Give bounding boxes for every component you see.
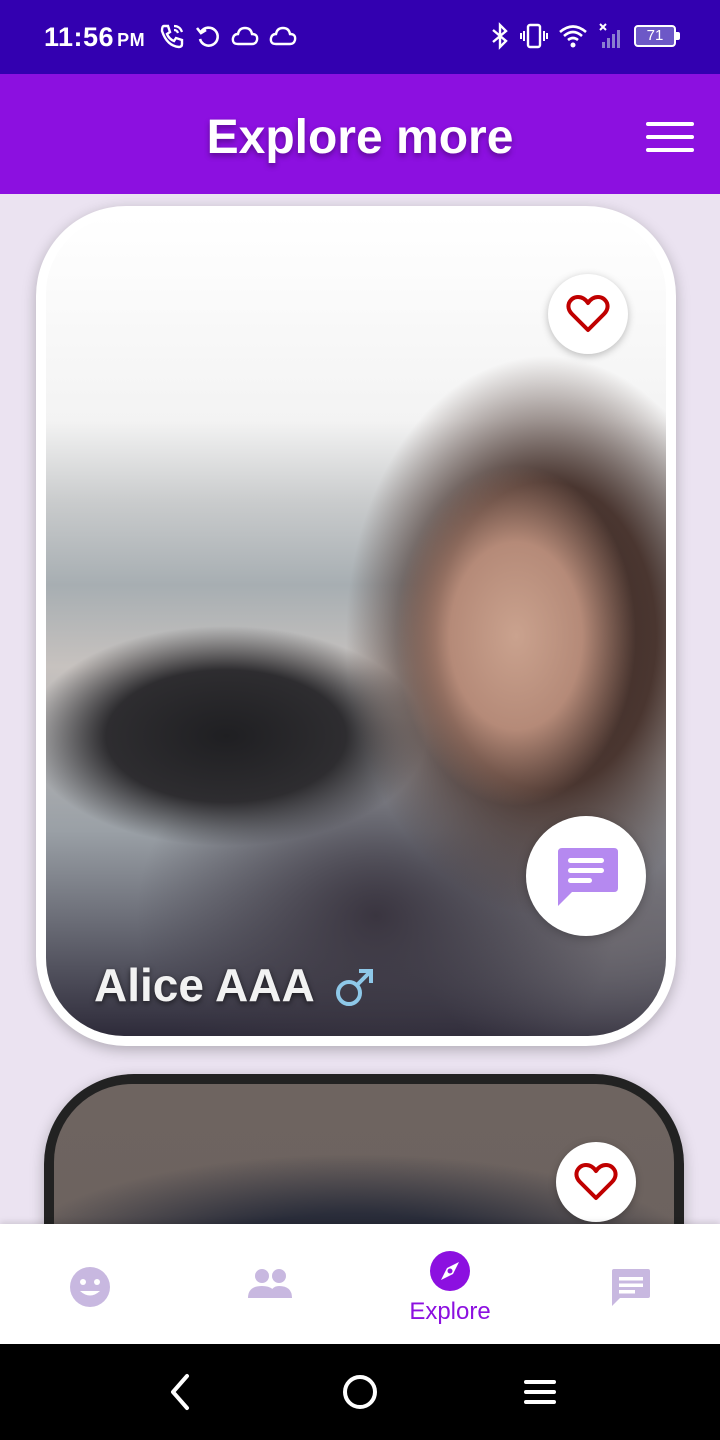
message-icon bbox=[612, 1269, 650, 1306]
cloud-icon bbox=[269, 26, 297, 46]
nav-item-messages[interactable] bbox=[540, 1224, 720, 1344]
status-right-icons: 71 bbox=[490, 22, 680, 50]
app-bar: Explore more bbox=[0, 74, 720, 194]
status-time-value: 11:56 bbox=[44, 22, 115, 52]
male-symbol-icon bbox=[335, 969, 373, 1006]
favorite-button[interactable] bbox=[548, 274, 628, 354]
wifi-call-icon bbox=[160, 24, 184, 49]
page-title: Explore more bbox=[206, 111, 514, 164]
home-icon[interactable] bbox=[338, 1370, 382, 1414]
status-left-icons bbox=[158, 22, 298, 50]
battery-level: 71 bbox=[646, 27, 664, 44]
vibrate-icon bbox=[520, 23, 548, 49]
smiley-face-icon bbox=[70, 1267, 110, 1307]
back-icon[interactable] bbox=[158, 1370, 202, 1414]
sync-icon bbox=[195, 26, 219, 47]
profile-card[interactable]: Alice AAA bbox=[36, 206, 676, 1046]
favorite-button[interactable] bbox=[556, 1142, 636, 1222]
heart-outline-icon bbox=[574, 1163, 618, 1200]
nav-label-explore: Explore bbox=[409, 1298, 491, 1325]
heart-outline-icon bbox=[566, 295, 610, 332]
chat-bubble-icon bbox=[558, 848, 618, 906]
menu-icon[interactable] bbox=[518, 1370, 562, 1414]
nav-item-people[interactable] bbox=[180, 1224, 360, 1344]
card-name-row: Alice AAA bbox=[94, 958, 377, 1012]
bluetooth-icon bbox=[492, 22, 508, 50]
status-time-ampm: PM bbox=[117, 30, 146, 50]
wifi-icon bbox=[559, 25, 587, 48]
people-icon bbox=[248, 1269, 292, 1298]
hamburger-menu-icon[interactable] bbox=[646, 122, 694, 154]
signal-icon bbox=[599, 23, 620, 48]
battery-icon: 71 bbox=[634, 24, 680, 48]
system-navigation-bar bbox=[0, 1344, 720, 1440]
profile-name: Alice AAA bbox=[94, 959, 315, 1011]
status-bar: 11:56 PM 71 bbox=[0, 0, 720, 74]
nav-item-explore[interactable]: Explore bbox=[360, 1224, 540, 1344]
profile-photo[interactable]: Alice AAA bbox=[46, 216, 666, 1036]
cloud-icon bbox=[231, 26, 259, 46]
compass-icon bbox=[430, 1251, 470, 1291]
bottom-navigation: Explore bbox=[0, 1224, 720, 1344]
nav-item-mood[interactable] bbox=[0, 1224, 180, 1344]
chat-button[interactable] bbox=[526, 816, 646, 936]
status-time: 11:56 PM bbox=[44, 22, 145, 53]
